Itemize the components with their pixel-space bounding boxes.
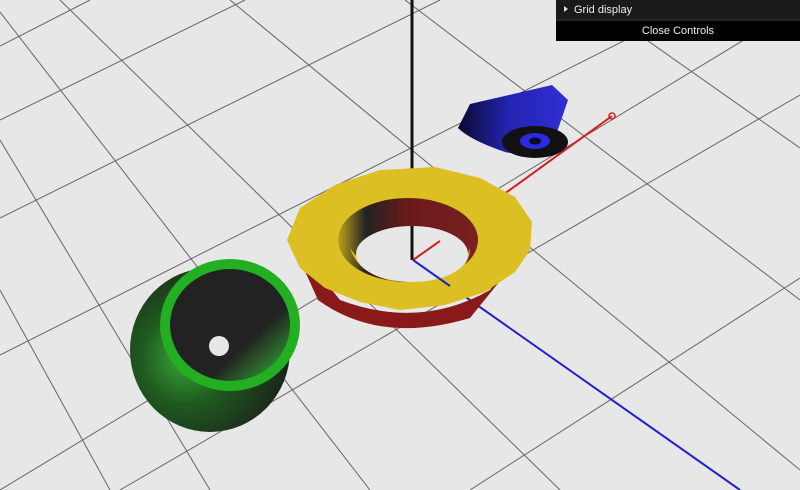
3d-viewport[interactable]: Grid display Close Controls [0, 0, 800, 490]
folder-grid-display-label: Grid display [574, 3, 633, 16]
yellow-ring [287, 167, 532, 329]
controls-panel: Grid display Close Controls [556, 0, 800, 41]
green-bowl [130, 259, 300, 432]
scene-canvas[interactable] [0, 0, 800, 490]
blue-cone [458, 85, 568, 158]
triangle-right-icon [564, 6, 568, 12]
close-controls-button[interactable]: Close Controls [556, 20, 800, 41]
folder-grid-display[interactable]: Grid display [556, 0, 800, 20]
